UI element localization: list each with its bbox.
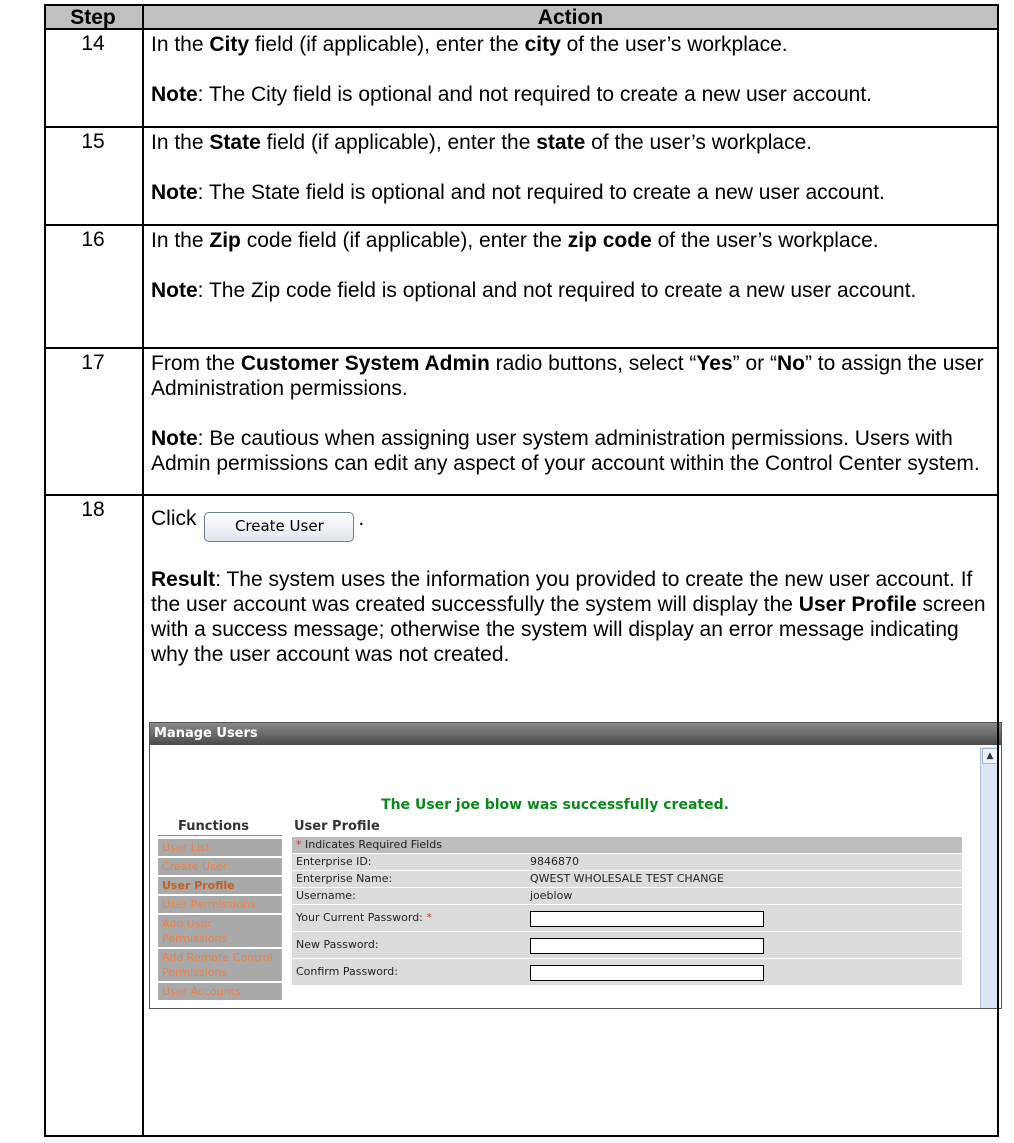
profile-row: Enterprise Name: QWEST WHOLESALE TEST CH… <box>292 870 962 887</box>
menu-item-user-profile[interactable]: User Profile <box>158 877 282 894</box>
window-title: Manage Users <box>150 723 1001 745</box>
success-message: The User joe blow was successfully creat… <box>381 797 729 813</box>
new-password-field[interactable] <box>530 938 764 954</box>
table-header: Step Action <box>44 4 999 29</box>
create-user-button[interactable]: Create User <box>204 512 355 542</box>
profile-form: * Indicates Required Fields Enterprise I… <box>292 836 962 985</box>
field-label: Your Current Password: <box>296 911 423 924</box>
required-star: * <box>296 838 302 851</box>
divider <box>158 835 282 836</box>
step-action: In the State field (if applicable), ente… <box>151 131 885 204</box>
header-action: Action <box>537 6 604 29</box>
step-action: In the City field (if applicable), enter… <box>151 33 873 106</box>
step-number: 18 <box>81 498 105 521</box>
table-border-left <box>44 4 46 1137</box>
required-note-row: * Indicates Required Fields <box>292 836 962 853</box>
step-number: 17 <box>81 351 105 374</box>
table-row: 18 Click Create User. Result: The system… <box>44 494 1002 1143</box>
menu-item-add-user-permissions[interactable]: Add User Permissions <box>158 915 282 947</box>
profile-row: Username: joeblow <box>292 887 962 904</box>
step-action: From the Customer System Admin radio but… <box>151 352 984 475</box>
menu-item-user-permissions[interactable]: User Permissions <box>158 896 282 913</box>
confirm-password-field[interactable] <box>530 965 764 981</box>
profile-row: Enterprise ID: 9846870 <box>292 853 962 870</box>
current-password-field[interactable] <box>530 911 764 927</box>
required-star: * <box>426 911 432 924</box>
field-label: Username: <box>296 889 356 902</box>
table-row: 17 From the Customer System Admin radio … <box>44 347 999 496</box>
field-label: New Password: <box>296 938 379 951</box>
table-row: 15 In the State field (if applicable), e… <box>44 126 999 226</box>
scrollbar[interactable]: ▲ <box>980 747 998 1008</box>
functions-menu: User List Create User User Profile User … <box>158 839 282 1002</box>
required-note: Indicates Required Fields <box>305 838 442 851</box>
table-border-right <box>997 4 999 1137</box>
step-number: 14 <box>81 32 105 55</box>
menu-item-add-remote-control-permissions[interactable]: Add Remote Control Permissions <box>158 949 282 981</box>
profile-title: User Profile <box>294 819 380 834</box>
step-action: Click Create User. Result: The system us… <box>151 507 986 666</box>
table-row: 16 In the Zip code field (if applicable)… <box>44 224 999 349</box>
step-number: 16 <box>81 228 105 251</box>
field-value: 9846870 <box>530 855 579 868</box>
profile-row: Confirm Password: <box>292 958 962 985</box>
menu-item-user-accounts[interactable]: User Accounts <box>158 983 282 1000</box>
field-value: QWEST WHOLESALE TEST CHANGE <box>530 872 724 885</box>
manage-users-screenshot: Manage Users ▲ The User joe blow was suc… <box>149 722 1002 1009</box>
menu-item-create-user[interactable]: Create User <box>158 858 282 875</box>
functions-title: Functions <box>178 819 250 834</box>
field-label: Confirm Password: <box>296 965 398 978</box>
table-row: 14 In the City field (if applicable), en… <box>44 28 999 128</box>
field-label: Enterprise Name: <box>296 872 393 885</box>
table-column-divider <box>142 4 144 1137</box>
field-value: joeblow <box>530 889 573 902</box>
scroll-up-icon[interactable]: ▲ <box>982 748 998 764</box>
profile-row: Your Current Password: * <box>292 904 962 931</box>
step-number: 15 <box>81 130 105 153</box>
step-action: In the Zip code field (if applicable), e… <box>151 229 917 302</box>
header-step: Step <box>70 6 116 29</box>
menu-item-user-list[interactable]: User List <box>158 839 282 856</box>
field-label: Enterprise ID: <box>296 855 372 868</box>
profile-row: New Password: <box>292 931 962 958</box>
